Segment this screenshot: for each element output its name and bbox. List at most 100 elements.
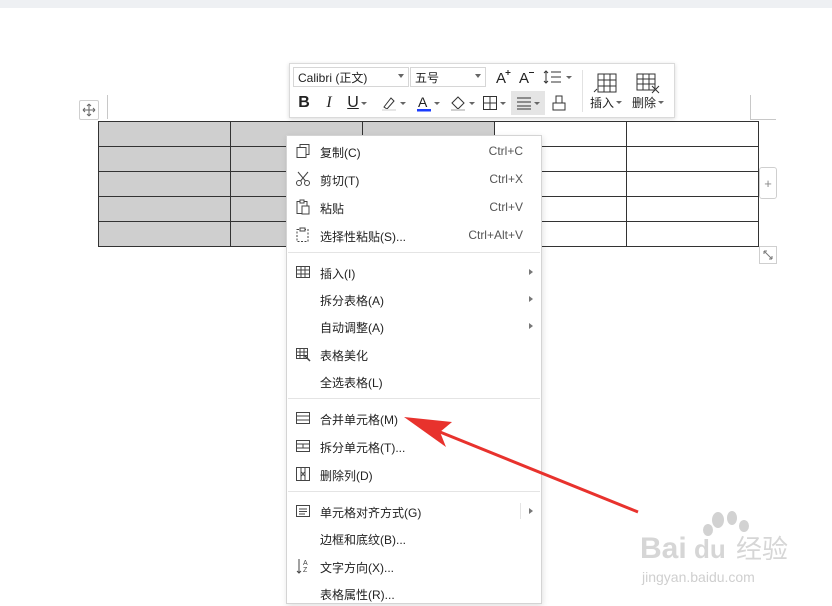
- menu-item-copy[interactable]: 复制(C) Ctrl+C: [287, 138, 541, 164]
- table-cell[interactable]: [626, 171, 759, 197]
- table-icon: [296, 266, 310, 278]
- shading-button[interactable]: [447, 92, 477, 114]
- text-direction-icon: A Z: [296, 559, 308, 574]
- chevron-down-icon: [658, 100, 664, 104]
- table-resize-handle[interactable]: [759, 246, 777, 264]
- menu-item-borders[interactable]: 边框和底纹(B)...: [287, 525, 541, 551]
- svg-text:经验: 经验: [736, 535, 788, 565]
- menu-shortcut: Ctrl+V: [489, 200, 523, 214]
- bold-icon: B: [298, 94, 310, 111]
- menu-item-label: 全选表格(L): [320, 376, 383, 390]
- font-size-value: 五号: [415, 70, 440, 85]
- svg-text:A: A: [519, 70, 529, 86]
- svg-text:du: du: [694, 534, 726, 564]
- svg-text:A: A: [496, 70, 506, 86]
- table-cell[interactable]: [626, 146, 759, 172]
- menu-item-label: 剪切(T): [320, 174, 360, 188]
- menu-divider: [288, 252, 540, 253]
- menu-item-split-table[interactable]: 拆分表格(A): [287, 286, 541, 312]
- table-move-handle[interactable]: [79, 100, 99, 120]
- svg-text:Z: Z: [303, 567, 308, 574]
- copy-icon: [296, 144, 310, 158]
- shrink-font-icon: A: [519, 70, 534, 86]
- move-icon: [82, 103, 96, 117]
- table-cell[interactable]: [98, 121, 231, 147]
- menu-divider: [288, 491, 540, 492]
- grow-font-icon: A: [496, 70, 511, 86]
- table-cell[interactable]: [98, 146, 231, 172]
- chevron-down-icon: [398, 74, 404, 78]
- menu-item-select-table[interactable]: 全选表格(L): [287, 368, 541, 394]
- menu-item-label: 选择性粘贴(S)...: [320, 230, 406, 244]
- insert-button[interactable]: 插入: [586, 68, 626, 114]
- format-painter-icon: [552, 95, 566, 111]
- chevron-down-icon: [534, 101, 540, 105]
- highlighter-icon: [382, 97, 396, 111]
- menu-divider: [288, 398, 540, 399]
- menu-item-cell-align[interactable]: 单元格对齐方式(G): [287, 498, 541, 524]
- svg-text:A: A: [303, 560, 308, 567]
- delete-button[interactable]: 删除: [628, 68, 668, 114]
- highlight-button[interactable]: [378, 92, 408, 114]
- menu-item-auto-fit[interactable]: 自动调整(A): [287, 313, 541, 339]
- menu-item-label: 边框和底纹(B)...: [320, 533, 406, 547]
- menu-item-label: 文字方向(X)...: [320, 561, 394, 575]
- shrink-font-button[interactable]: A: [517, 66, 537, 88]
- menu-shortcut: Ctrl+C: [488, 144, 523, 158]
- margin-corner-left: [107, 95, 108, 119]
- insert-label: 插入: [589, 95, 614, 110]
- table-cell[interactable]: [626, 196, 759, 222]
- menu-item-table-properties[interactable]: 表格属性(R)...: [287, 580, 541, 606]
- font-size-select[interactable]: 五号: [410, 67, 486, 87]
- paste-special-icon: [296, 227, 309, 242]
- delete-column-icon: [296, 467, 310, 481]
- menu-item-split-cells[interactable]: 拆分单元格(T)...: [287, 433, 541, 459]
- chevron-down-icon: [475, 74, 481, 78]
- submenu-arrow-icon: [529, 296, 533, 302]
- baidu-jingyan-watermark: Bai du 经验 jingyan.baidu.com: [640, 511, 788, 585]
- menu-item-beautify[interactable]: 表格美化: [287, 341, 541, 367]
- menu-item-label: 合并单元格(M): [320, 413, 398, 427]
- font-color-button[interactable]: A: [414, 92, 442, 114]
- menu-item-insert[interactable]: 插入(I): [287, 259, 541, 285]
- menu-item-cut[interactable]: 剪切(T) Ctrl+X: [287, 166, 541, 192]
- chevron-down-icon: [360, 101, 367, 105]
- italic-icon: I: [326, 94, 332, 111]
- table-cell[interactable]: [626, 221, 759, 247]
- underline-button[interactable]: U: [343, 92, 371, 114]
- borders-button[interactable]: [481, 92, 507, 114]
- underline-icon: U: [347, 94, 359, 111]
- align-button[interactable]: [511, 91, 545, 115]
- margin-corner-right: [750, 95, 751, 119]
- table-cell[interactable]: [98, 196, 231, 222]
- scissors-icon: [296, 171, 310, 186]
- menu-item-label: 自动调整(A): [320, 321, 384, 335]
- merge-cells-icon: [296, 412, 310, 424]
- menu-item-text-direction[interactable]: A Z 文字方向(X)...: [287, 553, 541, 579]
- add-column-button[interactable]: +: [759, 167, 777, 199]
- submenu-arrow-icon: [529, 323, 533, 329]
- table-cell[interactable]: [98, 171, 231, 197]
- table-cell[interactable]: [626, 121, 759, 147]
- bold-button[interactable]: B: [295, 92, 313, 114]
- svg-text:Bai: Bai: [640, 532, 687, 565]
- table-style-icon: [296, 348, 311, 362]
- table-cell[interactable]: [98, 221, 231, 247]
- menu-item-delete-column[interactable]: 删除列(D): [287, 461, 541, 487]
- menu-shortcut: Ctrl+X: [489, 172, 523, 186]
- menu-item-label: 插入(I): [320, 267, 356, 281]
- format-painter-button[interactable]: [548, 92, 570, 114]
- font-name-select[interactable]: Calibri (正文): [293, 67, 409, 87]
- menu-item-paste-special[interactable]: 选择性粘贴(S)... Ctrl+Alt+V: [287, 222, 541, 248]
- menu-item-label: 删除列(D): [320, 469, 373, 483]
- line-spacing-icon: [543, 70, 561, 84]
- table-delete-icon: [636, 73, 660, 93]
- menu-item-merge-cells[interactable]: 合并单元格(M): [287, 405, 541, 431]
- italic-button[interactable]: I: [320, 92, 338, 114]
- menu-item-label: 拆分表格(A): [320, 294, 384, 308]
- menu-item-paste[interactable]: 粘贴 Ctrl+V: [287, 194, 541, 220]
- submenu-arrow-icon: [529, 508, 533, 514]
- line-spacing-button[interactable]: [541, 66, 573, 88]
- menu-item-label: 拆分单元格(T)...: [320, 441, 406, 455]
- grow-font-button[interactable]: A: [494, 66, 514, 88]
